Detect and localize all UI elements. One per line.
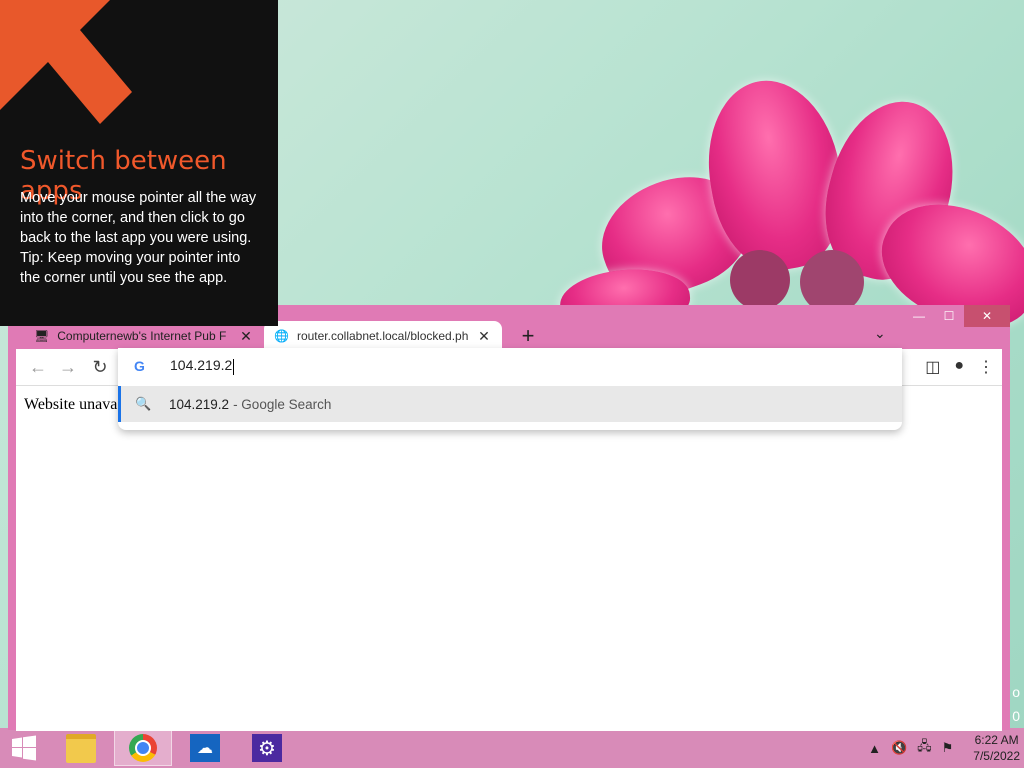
system-tray: ▲ 🔇 🖧 ⚑ 6:22 AM 7/5/2022 bbox=[868, 728, 1020, 768]
side-panel-icon[interactable]: ◫ bbox=[925, 357, 940, 377]
address-input[interactable]: 104.219.2 bbox=[170, 357, 235, 375]
wallpaper-flower bbox=[557, 60, 1024, 349]
address-bar[interactable]: G 104.219.2 bbox=[118, 348, 902, 384]
taskbar: ☁ ⚙ ▲ 🔇 🖧 ⚑ 6:22 AM 7/5/2022 bbox=[0, 728, 1024, 768]
back-button[interactable]: ← bbox=[28, 357, 48, 377]
file-explorer-icon bbox=[66, 733, 96, 763]
toolbar-right-icons: ◫ ● ⋮ bbox=[925, 357, 994, 377]
close-tab-icon[interactable]: ✕ bbox=[238, 328, 254, 345]
chrome-icon bbox=[129, 734, 157, 762]
tab-router-blocked[interactable]: 🌐 router.collabnet.local/blocked.ph ✕ bbox=[264, 321, 502, 351]
taskbar-settings[interactable]: ⚙ bbox=[238, 730, 296, 766]
taskbar-chrome[interactable] bbox=[114, 730, 172, 766]
switch-apps-tip: Tip: Keep moving your pointer into the c… bbox=[20, 250, 241, 286]
page-content: Website unava bbox=[16, 385, 1002, 731]
switch-apps-description: Move your mouse pointer all the way into… bbox=[20, 190, 257, 246]
taskbar-onedrive[interactable]: ☁ bbox=[176, 730, 234, 766]
tab-search-chevron-icon[interactable]: ⌄ bbox=[874, 325, 886, 342]
edge-char-1: o bbox=[1012, 684, 1020, 700]
clock-date: 7/5/2022 bbox=[973, 749, 1020, 763]
tab-title: Computernewb's Internet Pub F bbox=[57, 329, 227, 343]
onedrive-icon: ☁ bbox=[190, 734, 220, 762]
taskbar-file-explorer[interactable] bbox=[52, 730, 110, 766]
omnibox-suggestion[interactable]: 🔍 104.219.2- Google Search bbox=[118, 386, 902, 422]
volume-muted-icon[interactable]: 🔇 bbox=[891, 740, 907, 756]
switch-apps-panel: Switch between apps Move your mouse poin… bbox=[0, 0, 278, 326]
suggestion-text: 104.219.2- Google Search bbox=[169, 396, 332, 412]
start-button[interactable] bbox=[0, 730, 48, 766]
forward-button[interactable]: → bbox=[58, 357, 78, 377]
clock[interactable]: 6:22 AM 7/5/2022 bbox=[973, 732, 1020, 764]
close-tab-icon[interactable]: ✕ bbox=[476, 328, 492, 345]
menu-kebab-icon[interactable]: ⋮ bbox=[978, 357, 994, 377]
profile-icon[interactable]: ● bbox=[954, 357, 964, 377]
tab-title: router.collabnet.local/blocked.ph bbox=[296, 329, 469, 343]
windows-icon bbox=[12, 735, 36, 761]
clock-time: 6:22 AM bbox=[974, 733, 1019, 747]
search-icon: 🔍 bbox=[135, 396, 152, 411]
settings-icon: ⚙ bbox=[252, 734, 282, 762]
corner-arrow-icon bbox=[0, 0, 132, 124]
action-center-flag-icon[interactable]: ⚑ bbox=[942, 740, 954, 756]
omnibox-dropdown: G 104.219.2 🔍 104.219.2- Google Search bbox=[118, 348, 902, 430]
computer-icon: 🖥 bbox=[34, 329, 50, 343]
network-icon[interactable]: 🖧 bbox=[917, 737, 932, 759]
globe-icon: 🌐 bbox=[274, 329, 289, 343]
google-icon: G bbox=[134, 358, 145, 374]
reload-button[interactable]: ↻ bbox=[90, 357, 110, 377]
switch-apps-body: Move your mouse pointer all the way into… bbox=[20, 188, 260, 288]
page-message: Website unava bbox=[24, 396, 118, 413]
new-tab-button[interactable]: + bbox=[516, 323, 540, 349]
tray-expand-icon[interactable]: ▲ bbox=[868, 741, 881, 756]
edge-char-2: 0 bbox=[1012, 708, 1020, 724]
